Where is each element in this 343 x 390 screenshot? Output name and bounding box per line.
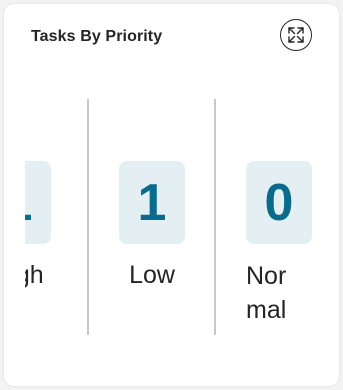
tasks-by-priority-card: Tasks By Priority 1 High 1 Low (4, 4, 339, 386)
priority-count-low: 1 (119, 161, 185, 244)
priority-item-low[interactable]: 1 Low (89, 99, 217, 339)
priority-count-normal: 0 (246, 161, 312, 244)
priority-label-low: Low (129, 261, 175, 289)
expand-arrows-icon (287, 26, 305, 44)
priority-carousel[interactable]: 1 High 1 Low 0 Nor mal (25, 99, 318, 339)
priority-label-normal-line1: Nor (246, 262, 287, 290)
card-title: Tasks By Priority (31, 28, 163, 45)
priority-count-high: 1 (25, 161, 51, 244)
priority-item-normal[interactable]: 0 Nor mal (216, 99, 318, 339)
priority-item-high[interactable]: 1 High (25, 99, 83, 339)
priority-label-normal-line2: mal (246, 296, 287, 324)
expand-button[interactable] (280, 19, 312, 51)
priority-label-high: High (25, 261, 44, 289)
priority-label-normal: Nor mal (246, 259, 318, 327)
